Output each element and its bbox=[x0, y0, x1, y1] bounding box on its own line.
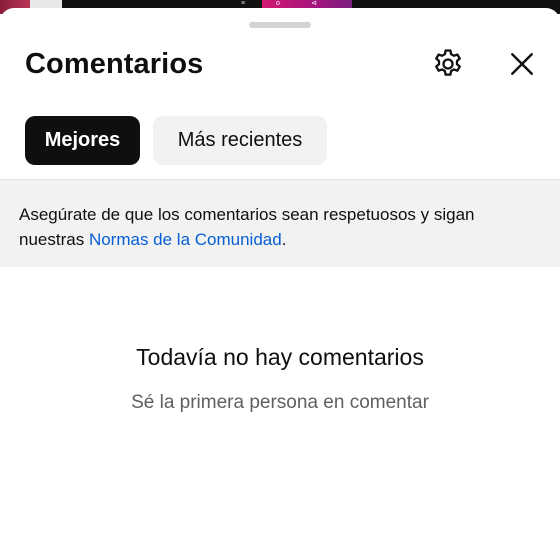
video-overlay-glyph: o bbox=[276, 0, 280, 7]
close-icon bbox=[509, 51, 535, 82]
tab-mejores[interactable]: Mejores bbox=[25, 116, 140, 165]
settings-button[interactable] bbox=[426, 44, 470, 88]
sheet-title: Comentarios bbox=[25, 48, 204, 80]
gear-icon bbox=[431, 47, 465, 86]
community-notice: Asegúrate de que los comentarios sean re… bbox=[0, 179, 560, 267]
video-overlay-glyph: ⊲ bbox=[311, 0, 317, 7]
notice-text-end: . bbox=[281, 230, 287, 249]
empty-state-subtitle: Sé la primera persona en comentar bbox=[131, 392, 429, 413]
empty-state-title: Todavía no hay comentarios bbox=[136, 344, 424, 370]
tab-mas-recientes[interactable]: Más recientes bbox=[153, 116, 327, 165]
close-button[interactable] bbox=[500, 44, 544, 88]
video-overlay-glyph: ≡ bbox=[241, 0, 246, 7]
drag-handle[interactable] bbox=[249, 22, 311, 28]
comments-sheet: Comentarios Mejores Más recientes Asegúr… bbox=[0, 8, 560, 560]
community-guidelines-link[interactable]: Normas de la Comunidad bbox=[89, 230, 282, 249]
